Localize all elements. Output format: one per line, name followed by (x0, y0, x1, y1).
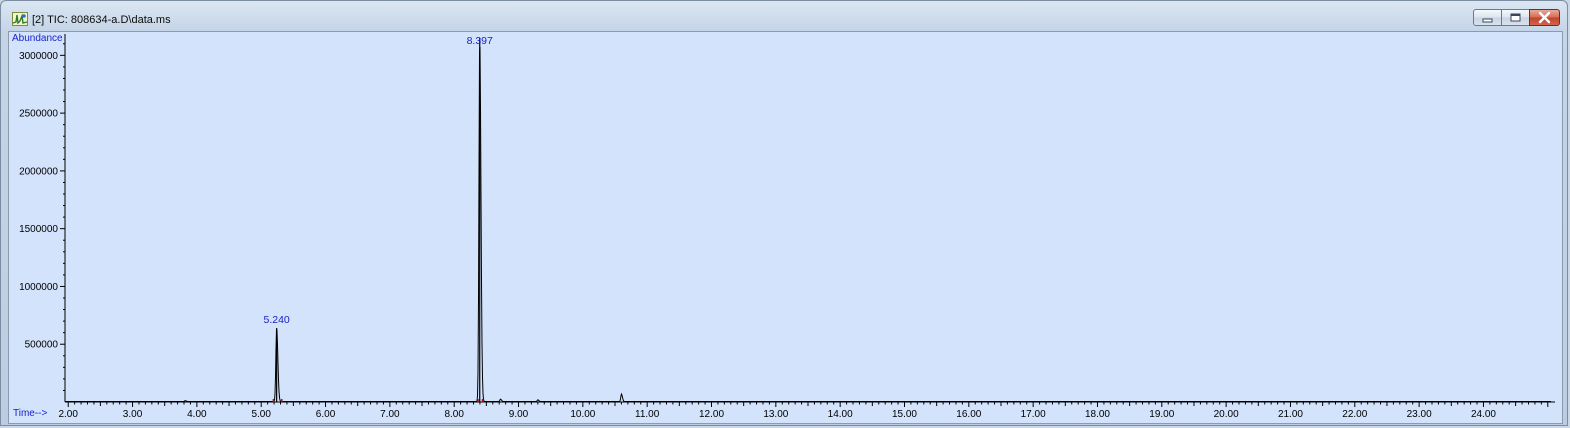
x-tick-label: 13.00 (763, 409, 788, 420)
minimize-button[interactable] (1473, 9, 1502, 26)
y-tick-label: 1000000 (19, 282, 58, 293)
tic-chart[interactable]: 500000 1000000 1500000 2000000 2500000 300000… (9, 32, 1562, 423)
x-tick-label: 11.00 (635, 409, 660, 420)
x-tick-label: 12.00 (699, 409, 724, 420)
caption-buttons (1473, 9, 1560, 27)
x-tick-label: 16.00 (956, 409, 981, 420)
peak-label: 5.240 (264, 314, 290, 326)
x-tick-label: 21.00 (1278, 409, 1303, 420)
x-tick-label: 2.00 (58, 409, 78, 420)
y-tick-label: 3000000 (19, 51, 58, 62)
chromatogram-app-icon (12, 12, 28, 26)
x-tick-label: 3.00 (123, 409, 143, 420)
x-tick-label: 7.00 (380, 409, 400, 420)
y-tick-label: 2500000 (19, 109, 58, 120)
x-tick-label: 14.00 (828, 409, 853, 420)
minimize-icon (1482, 18, 1493, 23)
window-title: [2] TIC: 808634-a.D\data.ms (32, 14, 171, 26)
restore-button[interactable] (1501, 9, 1530, 26)
x-tick-label: 18.00 (1085, 409, 1110, 420)
x-axis-label: Time--> (13, 408, 48, 420)
close-button[interactable] (1529, 9, 1560, 26)
x-tick-label: 15.00 (892, 409, 917, 420)
x-tick-label: 5.00 (251, 409, 271, 420)
x-tick-label: 22.00 (1342, 409, 1367, 420)
chromatogram-plot[interactable]: 500000 1000000 1500000 2000000 2500000 300000… (8, 31, 1563, 424)
tic-trace (65, 46, 1551, 402)
close-icon (1538, 11, 1551, 24)
x-tick-label: 9.00 (509, 409, 529, 420)
x-tick-label: 17.00 (1021, 409, 1046, 420)
title-bar[interactable]: [2] TIC: 808634-a.D\data.ms (1, 1, 1567, 31)
x-tick-label: 20.00 (1214, 409, 1239, 420)
chromatogram-window: [2] TIC: 808634-a.D\data.ms 50000010000 (0, 0, 1568, 426)
x-tick-label: 4.00 (187, 409, 207, 420)
x-tick-label: 10.00 (570, 409, 595, 420)
y-axis-label: Abundance (12, 33, 63, 45)
peak-label: 8.397 (467, 35, 493, 47)
x-tick-label: 24.00 (1471, 409, 1496, 420)
x-tick-label: 19.00 (1149, 409, 1174, 420)
x-tick-label: 6.00 (316, 409, 336, 420)
restore-icon (1510, 13, 1521, 22)
y-tick-label: 2000000 (19, 166, 58, 177)
y-tick-label: 500000 (25, 340, 59, 351)
y-tick-label: 1500000 (19, 224, 58, 235)
x-tick-label: 23.00 (1407, 409, 1432, 420)
x-tick-label: 8.00 (444, 409, 464, 420)
